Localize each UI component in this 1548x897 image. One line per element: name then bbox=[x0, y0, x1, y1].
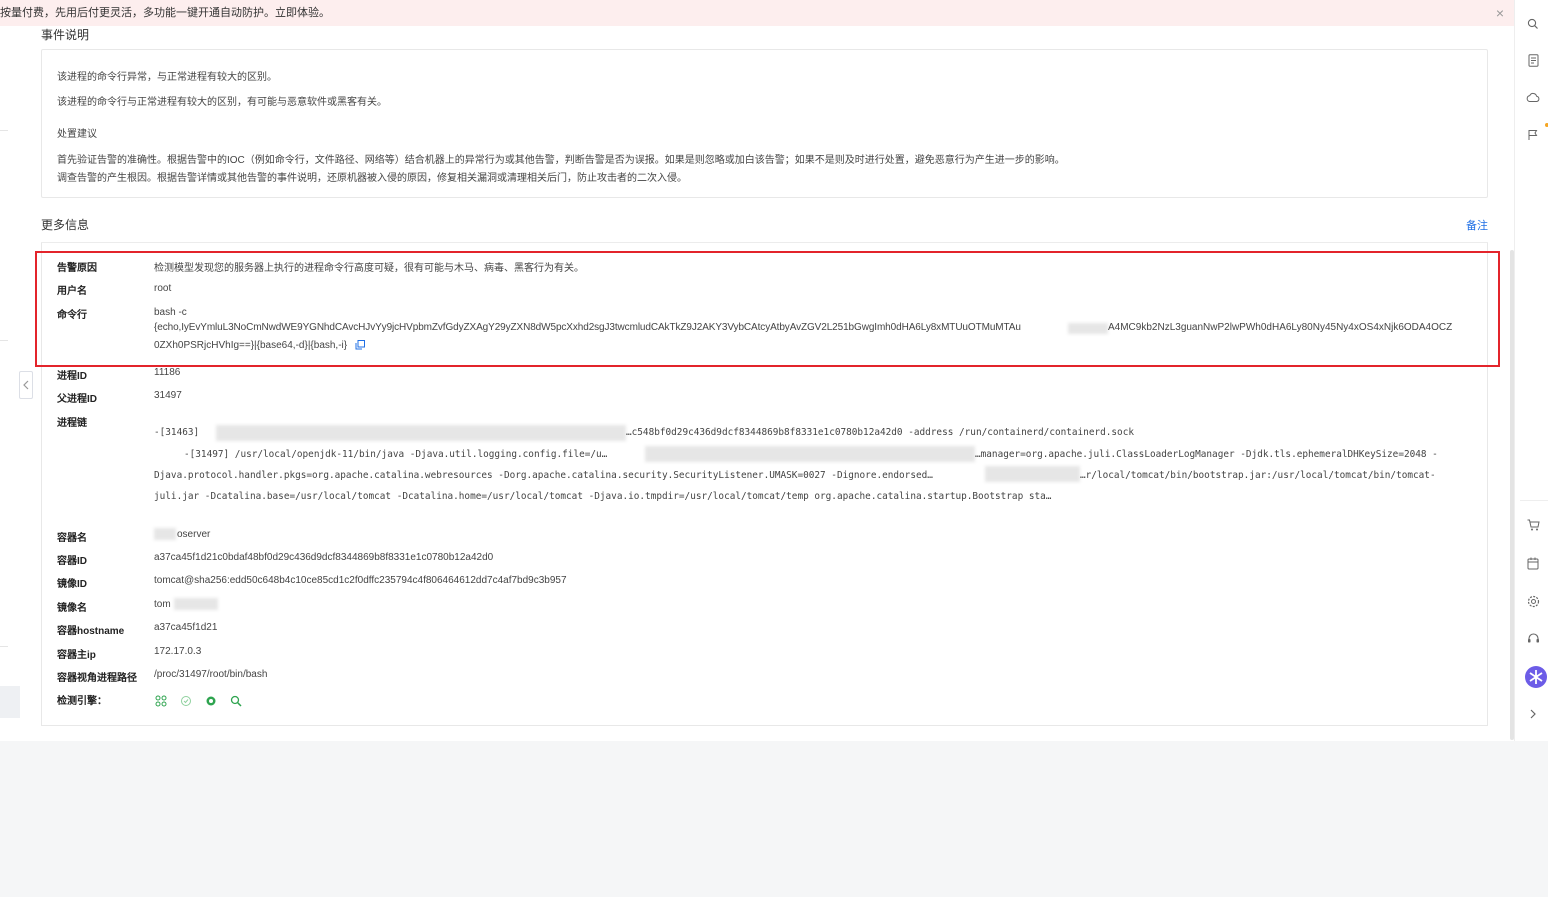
chain-line: -[31463] bbox=[154, 427, 200, 438]
banner-text: 按量付费，先用后付更灵活，多功能一键开通自动防护。立即体验。 bbox=[0, 7, 330, 19]
ppid-value: 31497 bbox=[154, 390, 182, 401]
chain-line: …c548bf0d29c436d9dcf8344869b8f8331e1c078… bbox=[626, 427, 1134, 438]
document-icon[interactable] bbox=[1526, 53, 1540, 67]
row-label: 容器ID bbox=[57, 556, 87, 567]
chain-line: …r/local/tomcat/bin/bootstrap.jar:/usr/l… bbox=[1080, 470, 1436, 481]
event-line: 该进程的命令行与正常进程有较大的区别，有可能与恶意软件或黑客有关。 bbox=[57, 97, 387, 108]
close-icon[interactable]: × bbox=[1496, 0, 1504, 26]
row-label: 容器主ip bbox=[57, 650, 96, 661]
chain-line: …manager=org.apache.juli.ClassLoaderLogM… bbox=[975, 449, 1438, 460]
rail-divider bbox=[0, 340, 8, 341]
event-section-title: 事件说明 bbox=[41, 28, 90, 42]
row-label: 进程链 bbox=[57, 418, 87, 429]
chain-line: -[31497] /usr/local/openjdk-11/bin/java … bbox=[184, 449, 608, 460]
event-description-box: 该进程的命令行异常，与正常进程有较大的区别。 该进程的命令行与正常进程有较大的区… bbox=[41, 49, 1488, 198]
rail-selected-item[interactable] bbox=[0, 686, 20, 718]
redacted-block bbox=[174, 598, 218, 610]
right-toolbar bbox=[1514, 0, 1548, 741]
row-label: 容器hostname bbox=[57, 626, 125, 637]
container-path-value: /proc/31497/root/bin/bash bbox=[154, 669, 268, 680]
cloud-icon[interactable] bbox=[1526, 90, 1540, 104]
collapse-left-button[interactable] bbox=[19, 371, 33, 399]
row-label: 进程ID bbox=[57, 371, 87, 382]
redacted-block bbox=[985, 466, 1080, 482]
advice-line: 首先验证告警的准确性。根据告警中的IOC（例如命令行，文件路径、网络等）结合机器… bbox=[57, 155, 1065, 166]
redacted-block bbox=[154, 528, 176, 540]
container-hostname-value: a37ca45f1d21 bbox=[154, 622, 218, 633]
container-ip-value: 172.17.0.3 bbox=[154, 646, 202, 657]
chain-line: juli.jar -Dcatalina.base=/usr/local/tomc… bbox=[154, 491, 1052, 502]
image-id-value: tomcat@sha256:edd50c648b4c10ce85cd1c2f0d… bbox=[154, 575, 567, 586]
container-name-value: oserver bbox=[177, 529, 211, 540]
highlight-frame bbox=[35, 251, 1500, 367]
redacted-block bbox=[216, 425, 626, 441]
assistant-icon[interactable] bbox=[1524, 666, 1548, 688]
note-link[interactable]: 备注 bbox=[1466, 217, 1488, 233]
row-label: 容器视角进程路径 bbox=[57, 673, 137, 684]
engine-icons bbox=[154, 694, 242, 707]
promo-banner[interactable]: 按量付费，先用后付更灵活，多功能一键开通自动防护。立即体验。 × bbox=[0, 0, 1514, 26]
row-label: 检测引擎： bbox=[57, 696, 107, 707]
event-line: 该进程的命令行异常，与正常进程有较大的区别。 bbox=[57, 72, 277, 83]
rail-divider bbox=[0, 130, 8, 131]
advice-heading: 处置建议 bbox=[57, 129, 97, 140]
search-icon[interactable] bbox=[1526, 17, 1540, 31]
redacted-block bbox=[645, 446, 975, 462]
left-rail bbox=[0, 0, 20, 741]
row-label: 镜像ID bbox=[57, 579, 87, 590]
chevron-right-icon[interactable] bbox=[1526, 707, 1540, 721]
pid-value: 11186 bbox=[154, 367, 181, 378]
row-label: 容器名 bbox=[57, 533, 87, 544]
cart-icon[interactable] bbox=[1526, 518, 1540, 532]
network-icon[interactable] bbox=[154, 694, 167, 707]
virus-icon[interactable] bbox=[204, 694, 217, 707]
chevron-left-icon bbox=[23, 380, 29, 390]
page: 按量付费，先用后付更灵活，多功能一键开通自动防护。立即体验。 × 事件说明 该进… bbox=[0, 0, 1548, 897]
more-info-title: 更多信息 bbox=[41, 218, 90, 232]
content-area: 按量付费，先用后付更灵活，多功能一键开通自动防护。立即体验。 × 事件说明 该进… bbox=[0, 0, 1514, 741]
rail-divider bbox=[0, 646, 8, 647]
calendar-icon[interactable] bbox=[1526, 556, 1540, 570]
container-id-value: a37ca45f1d21c0bdaf48bf0d29c436d9dcf83448… bbox=[154, 552, 494, 563]
flag-icon[interactable] bbox=[1526, 128, 1540, 142]
row-label: 父进程ID bbox=[57, 394, 97, 405]
shield-icon[interactable] bbox=[179, 694, 192, 707]
image-name-value: tom bbox=[154, 599, 171, 610]
advice-line: 调查告警的产生根因。根据告警详情或其他告警的事件说明，还原机器被入侵的原因，修复… bbox=[57, 173, 687, 184]
chain-line: Djava.protocol.handler.pkgs=org.apache.c… bbox=[154, 470, 933, 481]
page-background bbox=[0, 741, 1548, 897]
row-label: 镜像名 bbox=[57, 603, 87, 614]
right-toolbar-divider bbox=[1520, 500, 1548, 501]
magnifier-icon[interactable] bbox=[229, 694, 242, 707]
gear-icon[interactable] bbox=[1526, 594, 1540, 608]
headset-icon[interactable] bbox=[1526, 631, 1540, 645]
